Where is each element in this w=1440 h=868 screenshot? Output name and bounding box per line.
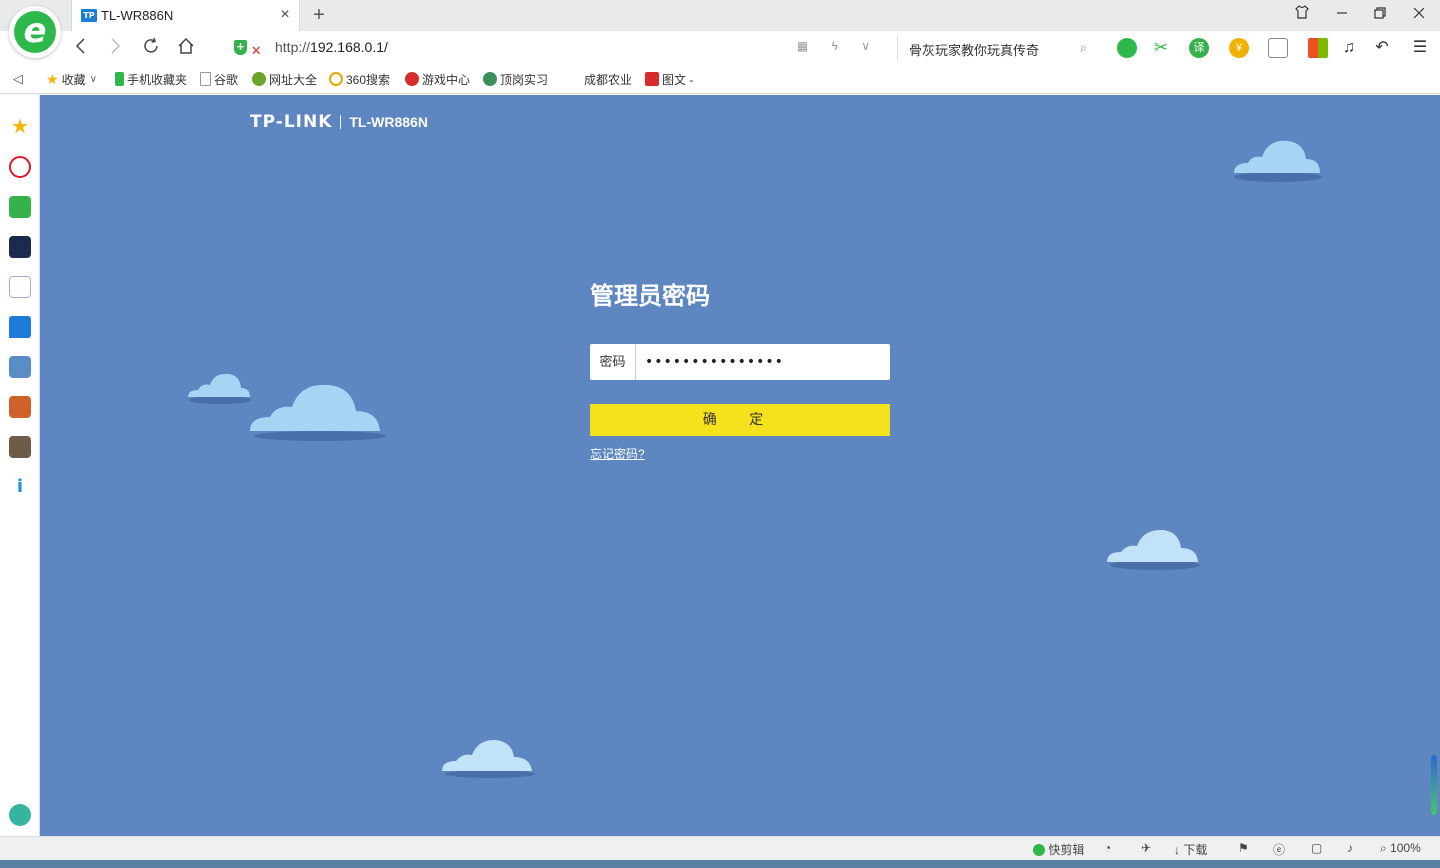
minimize-button[interactable] <box>1331 5 1353 25</box>
bookmarks-bar: ◁ ★ 收藏 ∨ 手机收藏夹 谷歌 网址大全 360搜索 游戏中心 顶岗实习 成… <box>0 64 1440 94</box>
translate-icon[interactable]: 译 <box>1189 38 1209 58</box>
mail-icon[interactable] <box>9 196 31 218</box>
headphones-icon[interactable]: ♫ <box>1339 38 1359 58</box>
skin-icon[interactable] <box>1291 5 1313 25</box>
weibo-icon[interactable] <box>9 156 31 178</box>
bookmark-favorites[interactable]: ★ 收藏 ∨ <box>46 71 97 87</box>
security-shield-icon: + <box>234 40 247 55</box>
search-icon[interactable]: ⌕ <box>1080 40 1087 56</box>
browser-logo-icon: e <box>14 11 56 53</box>
home-button[interactable] <box>175 37 197 59</box>
tp-link-favicon-icon: TP <box>81 9 97 22</box>
chevron-down-icon: ∨ <box>89 73 97 85</box>
forgot-password-link[interactable]: 忘记密码? <box>590 445 645 462</box>
model-name: TL-WR886N <box>349 114 428 130</box>
pay-app-icon[interactable]: i <box>9 476 31 498</box>
os-taskbar <box>0 860 1440 868</box>
cloud-decoration <box>1234 140 1322 182</box>
apps-grid-icon[interactable] <box>1308 38 1328 58</box>
search-360-icon <box>329 72 343 86</box>
nav-bar: + 🗙 http://192.168.0.1/ ▦ ϟ ∨ 骨灰玩家教你玩真传奇… <box>0 31 1440 64</box>
bookmark-mobile[interactable]: 手机收藏夹 <box>115 71 187 87</box>
star-icon: ★ <box>46 70 59 87</box>
side-progress-indicator[interactable] <box>1431 755 1437 815</box>
cloud-decoration <box>188 373 251 404</box>
url-text: http://192.168.0.1/ <box>275 39 388 55</box>
tab-active[interactable]: TP TL-WR886N × <box>71 0 300 31</box>
bookmark-google[interactable]: 谷歌 <box>200 71 238 87</box>
coin-icon[interactable]: ¥ <box>1229 38 1249 58</box>
flag-icon[interactable]: ⚑ <box>1238 841 1249 855</box>
back-button[interactable] <box>70 37 92 59</box>
cert-warning-icon[interactable]: 🗙 <box>252 41 260 60</box>
download-icon: ↓ <box>1174 843 1180 857</box>
phone-icon <box>115 72 124 86</box>
play-icon <box>1033 844 1045 856</box>
document-icon[interactable] <box>9 276 31 298</box>
bookmark-chengdu[interactable]: 成都农业 <box>584 71 632 87</box>
page-title: 管理员密码 <box>590 282 710 310</box>
bookmark-tuwen[interactable]: 图文 - <box>645 71 693 87</box>
refresh-button[interactable] <box>140 37 162 59</box>
download-button[interactable]: ↓ 下载 <box>1174 841 1207 858</box>
restore-button[interactable] <box>1369 5 1391 25</box>
toutiao-icon <box>645 72 659 86</box>
close-window-button[interactable] <box>1408 5 1430 25</box>
undo-icon[interactable]: ↶ <box>1372 38 1392 58</box>
tab-title: TL-WR886N <box>101 8 174 23</box>
bookmark-360search[interactable]: 360搜索 <box>329 71 390 87</box>
screenshot-icon[interactable] <box>1268 38 1288 58</box>
sidebar-settings-icon[interactable] <box>9 804 31 826</box>
cloud-decoration <box>1107 529 1200 570</box>
window-icon[interactable]: ▢ <box>1311 841 1322 855</box>
bookmark-games[interactable]: 游戏中心 <box>405 71 470 87</box>
tab-close-icon[interactable]: × <box>277 7 293 23</box>
brand-divider <box>340 115 342 129</box>
new-tab-button[interactable]: + <box>309 5 329 25</box>
search-box[interactable]: 骨灰玩家教你玩真传奇 ⌕ <box>897 35 1097 61</box>
game-app-2-icon[interactable] <box>9 396 31 418</box>
password-field-group: 密码 <box>590 344 890 380</box>
volume-icon[interactable]: ♪ <box>1347 841 1353 855</box>
zoom-icon: ⌕ <box>1380 841 1387 855</box>
password-input[interactable] <box>637 344 890 380</box>
password-label: 密码 <box>590 344 636 380</box>
brand-header: TP-LINK TL-WR886N <box>250 112 428 132</box>
accelerate-icon[interactable]: ◔ <box>1104 841 1111 855</box>
title-bar: e TP TL-WR886N × + <box>0 0 1440 58</box>
hao-icon <box>252 72 266 86</box>
status-bar: 快剪辑 ◔ ✈ ↓ 下载 ⚑ ⓔ ▢ ♪ ⌕ 100% <box>0 836 1440 860</box>
forward-button[interactable] <box>104 37 126 59</box>
tp-link-logo: TP-LINK <box>250 112 333 132</box>
game-icon <box>405 72 419 86</box>
extension-reader-icon[interactable] <box>1117 38 1137 58</box>
favorites-star-icon[interactable]: ★ <box>9 116 31 138</box>
news-icon[interactable] <box>9 236 31 258</box>
pin-icon[interactable]: ✈ <box>1141 841 1151 855</box>
sidebar-toggle-icon[interactable]: ◁ <box>13 71 23 87</box>
router-login-page: TP-LINK TL-WR886N 管理员密码 密码 确 定 忘记密码? <box>40 95 1440 836</box>
search-text: 骨灰玩家教你玩真传奇 <box>909 43 1040 58</box>
game-app-1-icon[interactable] <box>9 356 31 378</box>
cloud-decoration <box>250 384 386 441</box>
browser-logo[interactable]: e <box>9 6 61 58</box>
bookmark-hao[interactable]: 网址大全 <box>252 71 317 87</box>
quick-edit-button[interactable]: 快剪辑 <box>1033 841 1084 858</box>
left-sidebar: ★ i <box>0 95 40 836</box>
address-bar[interactable]: + 🗙 http://192.168.0.1/ ▦ ϟ ∨ <box>230 35 890 61</box>
game-app-3-icon[interactable] <box>9 436 31 458</box>
school-icon <box>483 72 497 86</box>
zoom-control[interactable]: ⌕ 100% <box>1380 841 1421 856</box>
ie-mode-icon[interactable]: ⓔ <box>1273 841 1285 858</box>
chat-icon[interactable] <box>9 316 31 338</box>
cloud-decoration <box>442 739 535 778</box>
confirm-button[interactable]: 确 定 <box>590 404 890 436</box>
page-icon <box>200 72 211 86</box>
address-bar-tools[interactable]: ▦ ϟ ∨ <box>797 39 880 53</box>
bookmark-internship[interactable]: 顶岗实习 <box>483 71 548 87</box>
scissors-icon[interactable]: ✂ <box>1151 38 1171 58</box>
menu-icon[interactable]: ☰ <box>1410 38 1430 58</box>
login-form: 管理员密码 密码 确 定 忘记密码? <box>590 281 890 462</box>
